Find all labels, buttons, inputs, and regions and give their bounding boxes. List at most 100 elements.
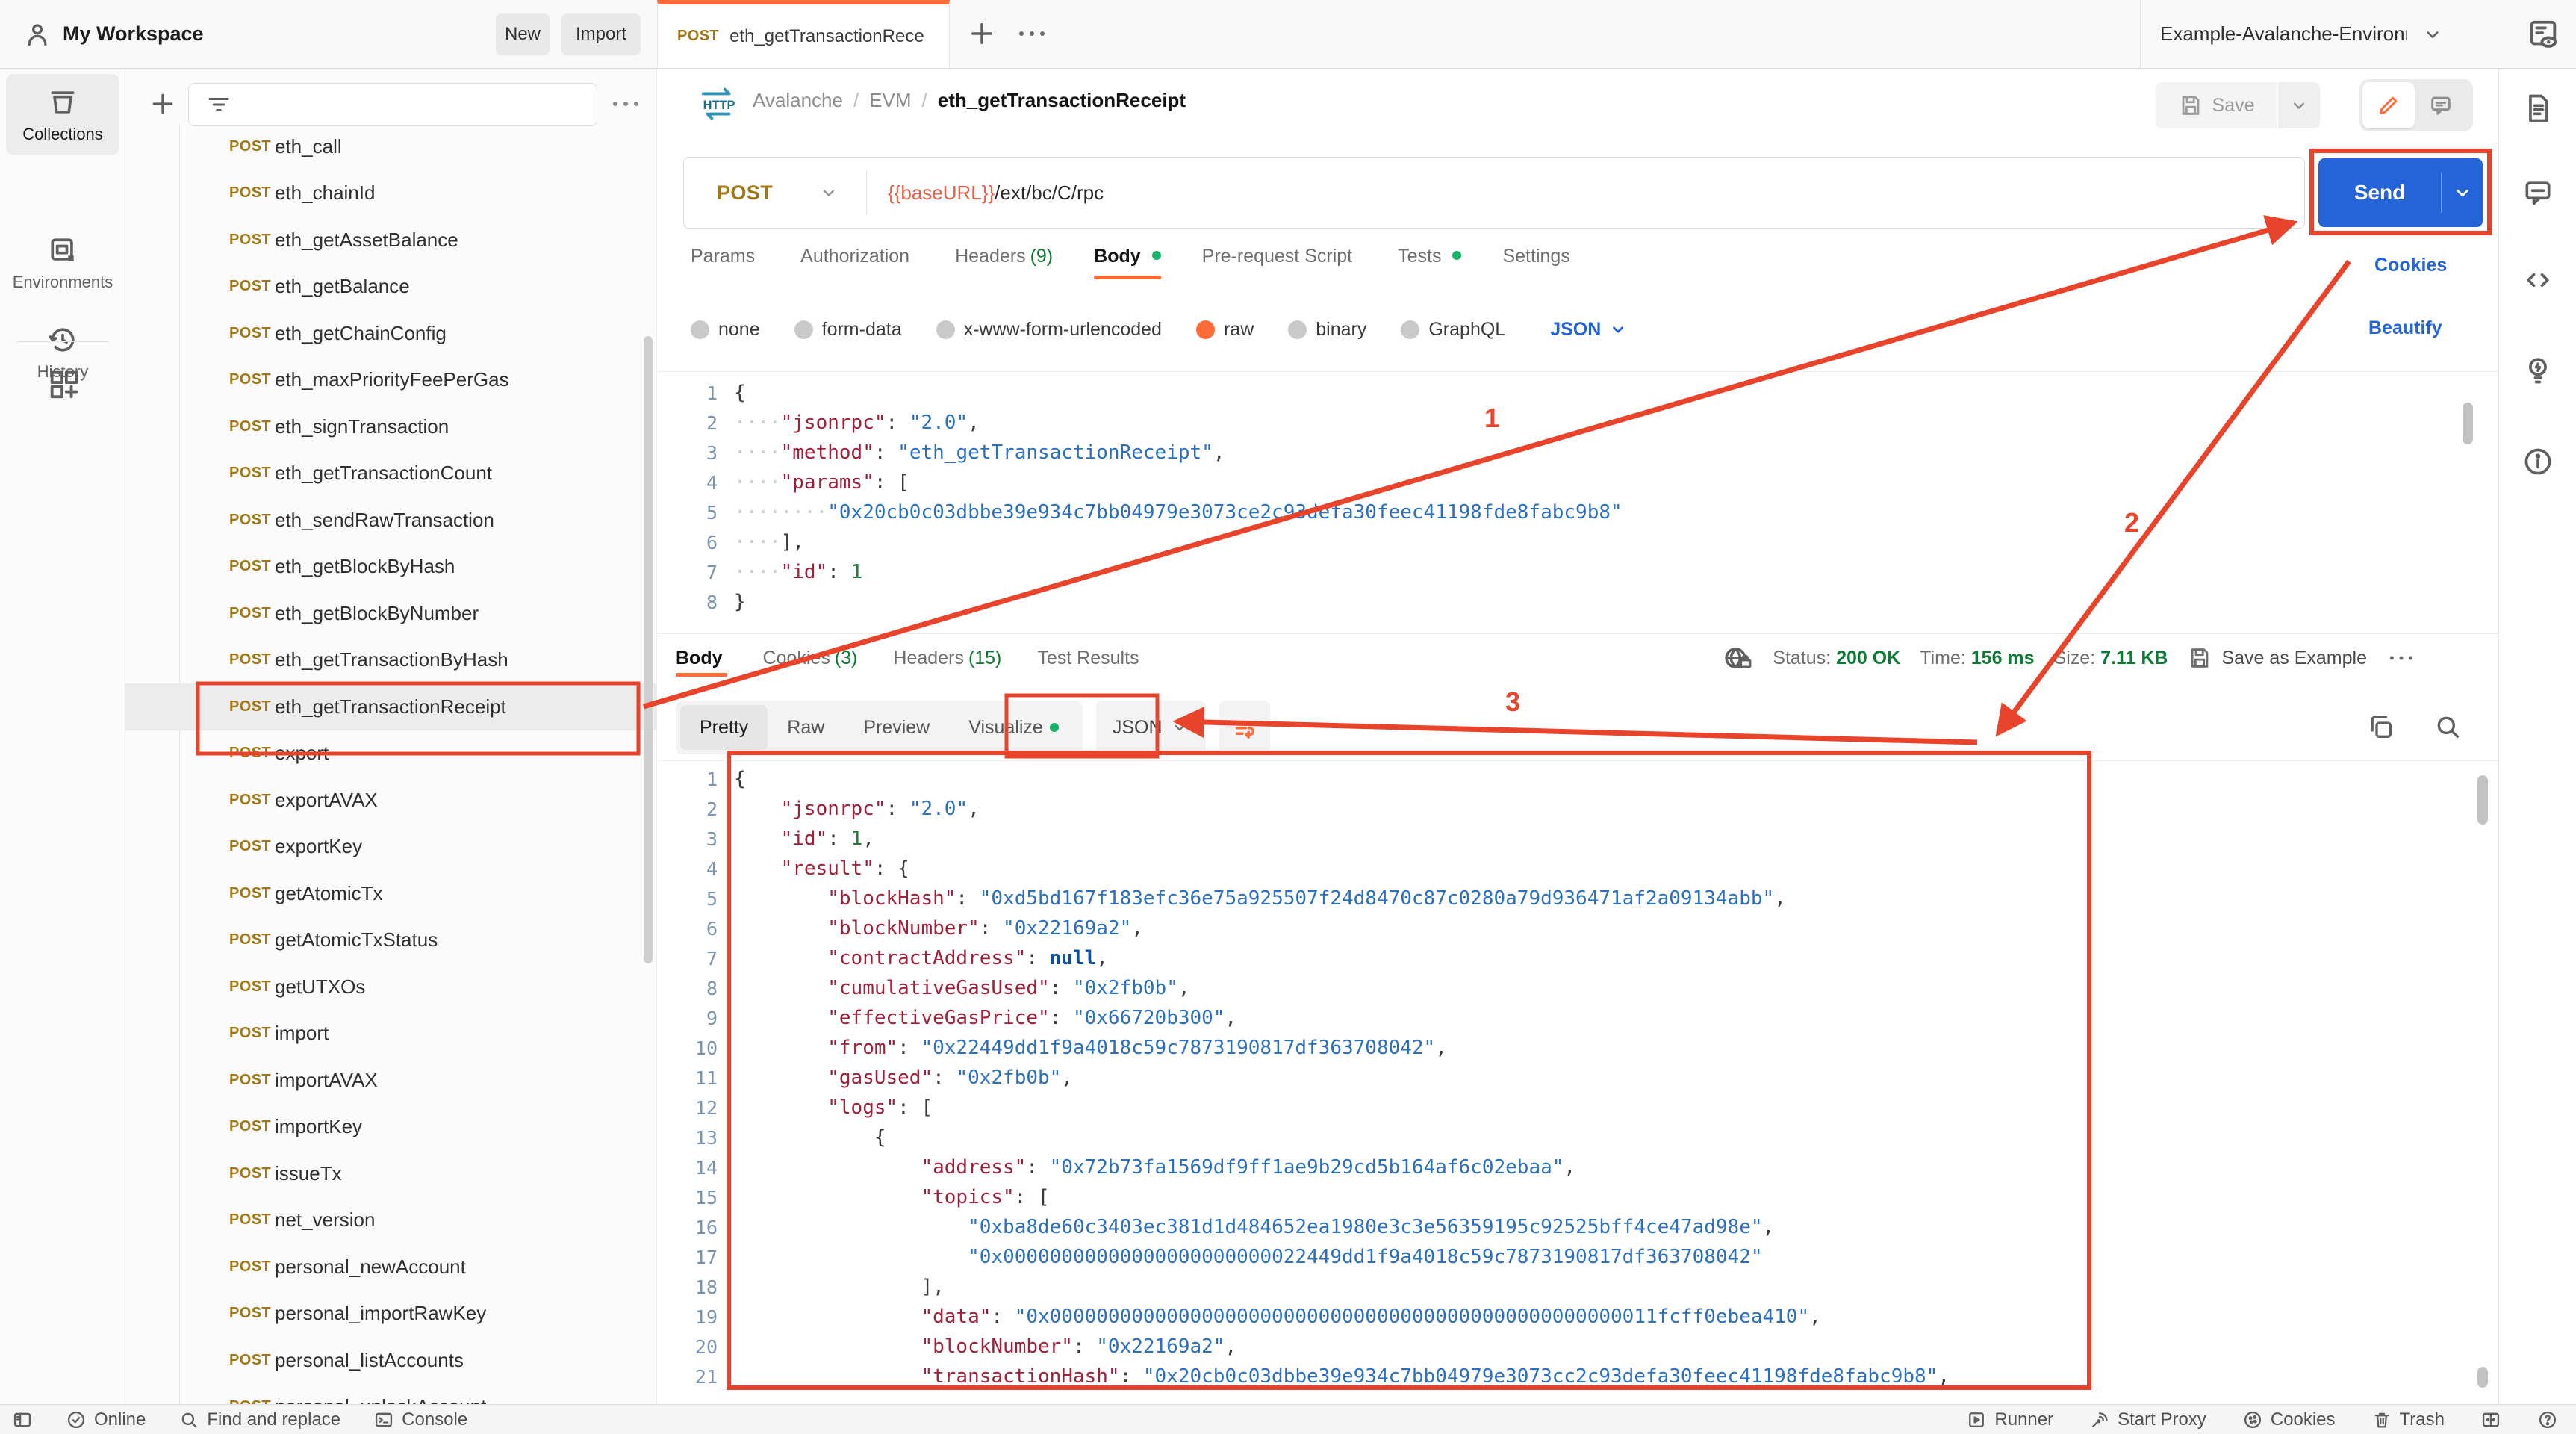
sidebar-toggle-icon[interactable] <box>12 1409 33 1430</box>
chevron-down-icon[interactable] <box>2421 23 2444 46</box>
breadcrumb-folder[interactable]: EVM <box>869 89 911 112</box>
info-icon[interactable] <box>2521 445 2554 478</box>
body-mode-radio[interactable]: none <box>691 319 760 341</box>
sidebar-request-item[interactable]: POST eth_getBlockByNumber <box>125 590 656 637</box>
trash-button[interactable]: Trash <box>2371 1409 2445 1430</box>
save-as-example-button[interactable]: Save as Example <box>2187 645 2367 671</box>
code-snippet-icon[interactable] <box>2521 264 2554 297</box>
request-body-editor[interactable]: 1{2 ····"jsonrpc": "2.0", 3 ····"method": "… <box>658 371 2498 634</box>
sidebar-more-icon[interactable] <box>609 96 642 111</box>
request-tab-item[interactable]: Headers (9) <box>955 246 1053 279</box>
response-view-tab[interactable]: Visualize <box>949 705 1078 750</box>
sidebar-request-item[interactable]: POST import <box>125 1011 656 1058</box>
response-tab-item[interactable]: Cookies (3) <box>763 639 858 677</box>
import-button[interactable]: Import <box>561 13 641 55</box>
response-language-select[interactable]: JSON <box>1095 701 1206 754</box>
response-tab-item[interactable]: Headers (15) <box>893 639 1001 677</box>
sidebar-item-collections[interactable]: Collections <box>6 74 119 155</box>
sidebar-request-item[interactable]: POST eth_getTransactionByHash <box>125 637 656 684</box>
sidebar-item-environments[interactable]: Environments <box>6 234 119 292</box>
online-status[interactable]: Online <box>66 1409 146 1430</box>
workspace-title[interactable]: My Workspace <box>63 0 204 68</box>
sidebar-request-item[interactable]: POST personal_unlockAccount <box>125 1384 656 1404</box>
response-tab-item[interactable]: Body <box>676 639 727 677</box>
configure-blocks-icon[interactable] <box>46 367 81 401</box>
sidebar-request-item[interactable]: POST export <box>125 730 656 777</box>
cookies-link[interactable]: Cookies <box>2374 255 2447 276</box>
response-more-icon[interactable] <box>2386 651 2416 665</box>
sidebar-request-item[interactable]: POST eth_getBlockByHash <box>125 544 656 591</box>
sidebar-request-item[interactable]: POST importKey <box>125 1104 656 1151</box>
sidebar-request-item[interactable]: POST eth_chainId <box>125 170 656 217</box>
body-mode-radio[interactable]: GraphQL <box>1401 319 1505 341</box>
beautify-link[interactable]: Beautify <box>2368 317 2442 339</box>
body-mode-radio[interactable]: binary <box>1288 319 1366 341</box>
sidebar-request-item[interactable]: POST exportAVAX <box>125 777 656 824</box>
sidebar-request-item[interactable]: POST eth_sendRawTransaction <box>125 497 656 544</box>
tab-more-icon[interactable] <box>1015 26 1048 41</box>
user-icon[interactable] <box>22 19 52 49</box>
save-options-chevron[interactable] <box>2278 82 2320 128</box>
body-mode-radio[interactable]: raw <box>1195 319 1254 341</box>
sidebar-request-item[interactable]: POST importAVAX <box>125 1057 656 1104</box>
request-editor-scrollbar[interactable] <box>2463 403 2473 444</box>
sidebar-request-item[interactable]: POST getAtomicTx <box>125 870 656 917</box>
body-language-select[interactable]: JSON <box>1550 319 1628 341</box>
sidebar-request-item[interactable]: POST eth_getTransactionReceipt <box>125 683 656 730</box>
split-panel-icon[interactable] <box>2480 1409 2501 1430</box>
response-view-tab[interactable]: Pretty <box>680 705 768 750</box>
send-options-chevron[interactable] <box>2442 181 2483 204</box>
comments-icon[interactable] <box>2521 176 2554 209</box>
response-body-editor[interactable]: 1{2 "jsonrpc": "2.0", 3 "id": 1, 4 "result… <box>658 760 2498 1405</box>
request-tab[interactable]: POST eth_getTransactionRece <box>657 0 950 68</box>
response-view-tab[interactable]: Preview <box>844 705 949 750</box>
filter-input[interactable] <box>188 83 597 126</box>
body-mode-radio[interactable]: x-www-form-urlencoded <box>936 319 1162 341</box>
lightbulb-icon[interactable] <box>2521 353 2554 386</box>
breadcrumb-collection[interactable]: Avalanche <box>753 89 843 112</box>
request-tab-item[interactable]: Params <box>691 246 759 279</box>
sidebar-request-item[interactable]: POST eth_getChainConfig <box>125 310 656 357</box>
request-tab-item[interactable]: Body <box>1094 246 1161 279</box>
comment-button[interactable] <box>2415 82 2467 128</box>
sidebar-request-item[interactable]: POST getAtomicTxStatus <box>125 917 656 964</box>
new-tab-button[interactable] <box>966 18 998 49</box>
method-select[interactable]: POST <box>684 170 867 215</box>
new-button[interactable]: New <box>496 13 550 55</box>
send-button[interactable]: Send <box>2318 158 2483 227</box>
environment-quick-look-icon[interactable] <box>2526 18 2560 52</box>
sidebar-request-item[interactable]: POST eth_call <box>125 123 656 170</box>
request-tab-item[interactable]: Pre-request Script <box>1202 246 1357 279</box>
sidebar-request-item[interactable]: POST getUTXOs <box>125 963 656 1011</box>
response-tab-item[interactable]: Test Results <box>1037 639 1143 677</box>
add-request-icon[interactable] <box>148 89 178 119</box>
search-icon[interactable] <box>2433 712 2463 742</box>
request-tab-item[interactable]: Authorization <box>800 246 914 279</box>
copy-icon[interactable] <box>2365 712 2395 742</box>
sidebar-request-item[interactable]: POST eth_getTransactionCount <box>125 450 656 497</box>
sidebar-scrollbar[interactable] <box>644 336 653 963</box>
request-tab-item[interactable]: Tests <box>1398 246 1462 279</box>
response-editor-scrollbar[interactable] <box>2477 775 2488 825</box>
sidebar-request-item[interactable]: POST issueTx <box>125 1150 656 1197</box>
sidebar-request-item[interactable]: POST net_version <box>125 1197 656 1244</box>
sidebar-request-item[interactable]: POST exportKey <box>125 824 656 871</box>
response-editor-scrollbar-end[interactable] <box>2477 1367 2488 1388</box>
sidebar-request-item[interactable]: POST eth_getAssetBalance <box>125 217 656 264</box>
console-button[interactable]: Console <box>373 1409 467 1430</box>
cookies-button[interactable]: Cookies <box>2242 1409 2336 1430</box>
request-tab-item[interactable]: Settings <box>1502 246 1574 279</box>
help-icon[interactable] <box>2537 1409 2558 1430</box>
network-icon[interactable] <box>1722 642 1753 674</box>
sidebar-request-item[interactable]: POST personal_importRawKey <box>125 1291 656 1338</box>
start-proxy-button[interactable]: Start Proxy <box>2089 1409 2206 1430</box>
environment-selector[interactable]: Example-Avalanche-Environme <box>2160 22 2407 46</box>
sidebar-request-item[interactable]: POST eth_getBalance <box>125 264 656 311</box>
sidebar-request-item[interactable]: POST personal_listAccounts <box>125 1337 656 1384</box>
sidebar-request-item[interactable]: POST eth_maxPriorityFeePerGas <box>125 357 656 404</box>
response-view-tab[interactable]: Raw <box>768 705 844 750</box>
edit-pencil-button[interactable] <box>2362 82 2415 128</box>
sidebar-request-item[interactable]: POST eth_signTransaction <box>125 403 656 450</box>
find-and-replace[interactable]: Find and replace <box>178 1409 340 1430</box>
body-mode-radio[interactable]: form-data <box>794 319 902 341</box>
